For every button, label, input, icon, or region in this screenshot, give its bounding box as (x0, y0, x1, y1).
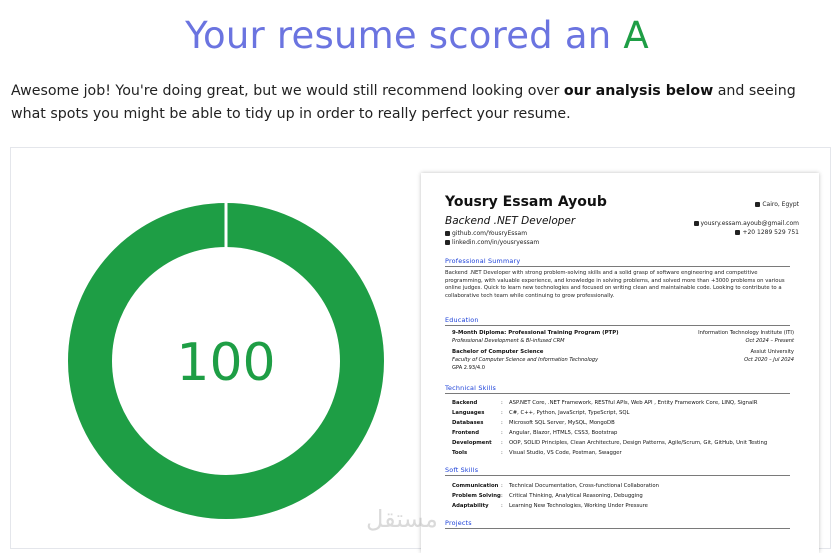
section-education: Education (445, 316, 790, 326)
skill-value: Microsoft SQL Server, MySQL, MongoDB (509, 420, 615, 426)
skill-row: Backend: ASP.NET Core, .NET Framework, RE… (452, 399, 792, 407)
github-text: github.com/YousryEssam (452, 230, 528, 237)
skill-key: Development (452, 440, 492, 446)
skill-row: Databases: Microsoft SQL Server, MySQL, M… (452, 419, 792, 427)
edu-1-subtitle: Professional Development & BI-infused CR… (452, 338, 565, 344)
phone-text: +20 1289 529 751 (742, 229, 799, 236)
resume-preview[interactable]: Yousry Essam Ayoub Backend .NET Develope… (421, 173, 819, 553)
edu-2-dates: Oct 2020 – Jul 2024 (744, 357, 794, 363)
skill-row: Languages: C#, C++, Python, JavaScript, T… (452, 409, 792, 417)
skill-row: Development: OOP, SOLID Principles, Clean… (452, 439, 792, 447)
soft-skill-value: Technical Documentation, Cross-functiona… (509, 483, 659, 489)
skill-value: OOP, SOLID Principles, Clean Architectur… (509, 440, 768, 446)
skill-value: ASP.NET Core, .NET Framework, RESTful AP… (509, 400, 758, 406)
soft-skill-key: Adaptability (452, 503, 489, 509)
section-projects: Projects (445, 519, 790, 529)
email-text: yousry.essam.ayoub@gmail.com (700, 220, 800, 227)
skill-colon: : (501, 440, 503, 446)
soft-skill-row: Problem Solving: Critical Thinking, Analy… (452, 492, 792, 500)
resume-role: Backend .NET Developer (445, 215, 576, 227)
phone-icon (735, 230, 741, 235)
resume-name: Yousry Essam Ayoub (445, 194, 607, 210)
soft-skill-key: Communication (452, 483, 499, 489)
skill-value: C#, C++, Python, JavaScript, TypeScript,… (509, 410, 630, 416)
soft-skill-value: Critical Thinking, Analytical Reasoning,… (509, 493, 643, 499)
skill-value: Visual Studio, VS Code, Postman, Swagger (509, 450, 622, 456)
skill-key: Backend (452, 400, 478, 406)
resume-github: github.com/YousryEssam (445, 230, 527, 237)
soft-skill-colon: : (501, 503, 503, 509)
skill-colon: : (501, 410, 503, 416)
soft-skill-value: Learning New Technologies, Working Under… (509, 503, 648, 509)
resume-location: Cairo, Egypt (755, 201, 799, 208)
skill-colon: : (501, 450, 503, 456)
skill-row: Tools: Visual Studio, VS Code, Postman, S… (452, 449, 792, 457)
score-panel: 100 Yousry Essam Ayoub Backend .NET Deve… (10, 147, 831, 553)
linkedin-text: linkedin.com/in/yousryessam (452, 239, 540, 246)
edu-2-subtitle: Faculty of Computer Science and Informat… (452, 357, 599, 363)
score-value: 100 (176, 333, 275, 393)
skill-row: Frontend: Angular, Blazor, HTML5, CSS3, B… (452, 429, 792, 437)
skill-colon: : (501, 430, 503, 436)
score-ring: 100 (68, 202, 384, 519)
location-text: Cairo, Egypt (762, 201, 799, 208)
section-summary: Professional Summary (445, 257, 790, 267)
soft-skill-row: Adaptability: Learning New Technologies, … (452, 502, 792, 510)
watermark-logo: مستقل (366, 505, 438, 533)
edu-2-institution: Assiut University (750, 349, 794, 355)
resume-phone: +20 1289 529 751 (735, 229, 799, 236)
resume-email: yousry.essam.ayoub@gmail.com (693, 220, 800, 227)
soft-skill-key: Problem Solving (452, 493, 501, 499)
skill-key: Languages (452, 410, 485, 416)
edu-2-gpa: GPA 2.93/4.0 (452, 365, 485, 371)
score-gauge: 100 (67, 202, 385, 520)
page-title: Your resume scored an A (0, 14, 834, 57)
intro-part-1: Awesome job! You're doing great, but we … (11, 83, 564, 99)
intro-text: Awesome job! You're doing great, but we … (11, 80, 823, 126)
edu-1-institution: Information Technology Institute (ITI) (698, 330, 794, 336)
skill-key: Tools (452, 450, 468, 456)
soft-skill-colon: : (501, 493, 503, 499)
skill-colon: : (501, 420, 503, 426)
title-text: Your resume scored an (185, 14, 624, 57)
email-icon (693, 221, 699, 226)
resume-linkedin: linkedin.com/in/yousryessam (445, 239, 539, 246)
soft-skill-colon: : (501, 483, 503, 489)
summary-text: Backend .NET Developer with strong probl… (445, 270, 785, 299)
grade-letter: A (623, 14, 649, 57)
edu-2-title: Bachelor of Computer Science (452, 349, 544, 355)
skill-colon: : (501, 400, 503, 406)
github-icon (445, 231, 450, 236)
section-skills: Technical Skills (445, 384, 790, 394)
analysis-link-text: our analysis below (563, 83, 714, 99)
skill-key: Databases (452, 420, 484, 426)
edu-1-dates: Oct 2024 – Present (745, 338, 795, 344)
section-soft-skills: Soft Skills (445, 466, 790, 476)
soft-skill-row: Communication: Technical Documentation, C… (452, 482, 792, 490)
linkedin-icon (445, 240, 450, 245)
location-pin-icon (755, 202, 761, 207)
skill-key: Frontend (452, 430, 479, 436)
edu-1-title: 9-Month Diploma: Professional Training P… (452, 330, 619, 336)
skill-value: Angular, Blazor, HTML5, CSS3, Bootstrap (509, 430, 618, 436)
